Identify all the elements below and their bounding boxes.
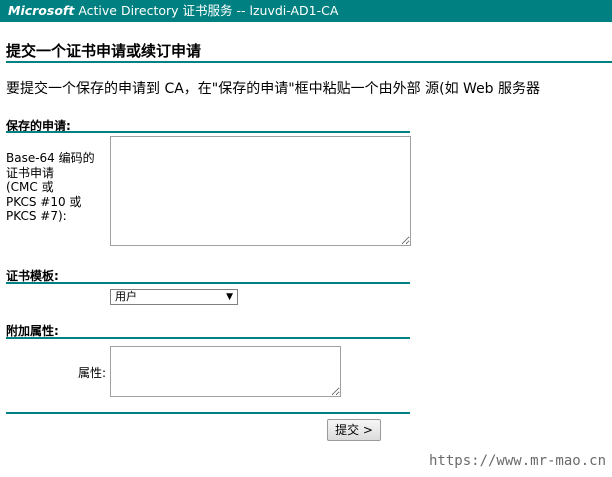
saved-request-label: Base-64 编码的 证书申请 (CMC 或 PKCS #10 或 PKCS … [6,151,106,224]
saved-request-textarea[interactable] [110,136,411,246]
intro-text: 要提交一个保存的申请到 CA，在"保存的申请"框中粘贴一个由外部 源(如 Web… [6,81,541,97]
saved-request-label-line: 证书申请 [6,165,55,180]
dropdown-arrow-icon: ▼ [226,292,233,302]
attributes-divider [6,337,410,339]
submit-button[interactable]: 提交 > [327,419,381,441]
app-title: Active Directory 证书服务 -- lzuvdi-AD1-CA [78,3,339,18]
app-header-bar: Microsoft Active Directory 证书服务 -- lzuvd… [0,0,612,22]
saved-request-label-line: Base-64 编码的 [6,151,95,165]
page-title: 提交一个证书申请或续订申请 [6,42,202,60]
saved-request-label-line: (CMC 或 [6,180,54,194]
brand-logo-text: Microsoft [8,3,75,18]
saved-request-divider [6,131,410,133]
template-divider [6,282,410,284]
attributes-textarea[interactable] [110,346,341,397]
template-select[interactable]: 用户 ▼ [110,289,238,305]
footer-divider [6,412,410,414]
saved-request-label-line: PKCS #10 或 [6,194,82,209]
saved-request-label-line: PKCS #7): [6,209,67,223]
template-select-value: 用户 [115,290,137,303]
attributes-label: 属性: [77,366,106,380]
watermark-url: https://www.mr-mao.cn [429,453,607,469]
title-divider [6,61,612,63]
